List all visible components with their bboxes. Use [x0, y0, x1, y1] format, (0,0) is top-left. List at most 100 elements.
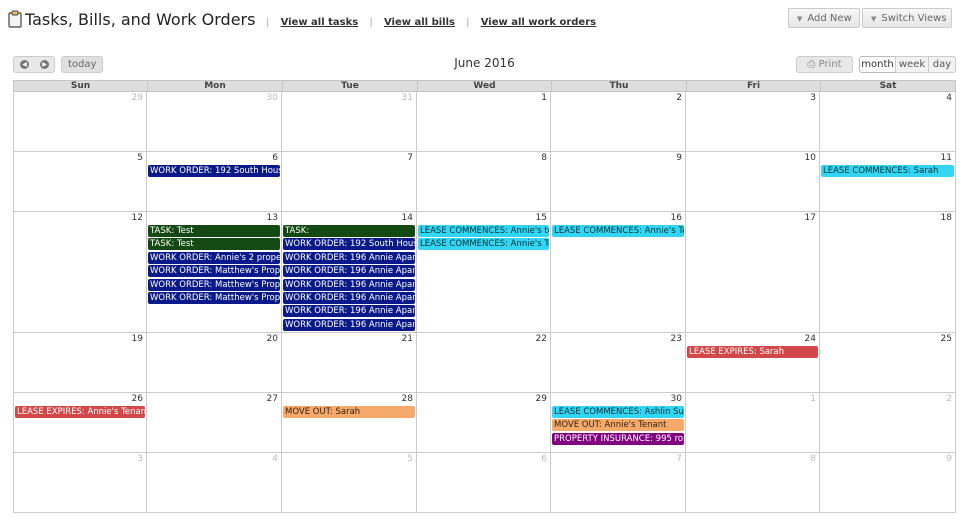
- day-number: 2: [946, 394, 952, 404]
- lease-commences-event[interactable]: LEASE COMMENCES: Sarah: [821, 165, 954, 177]
- prev-month-button[interactable]: ◀: [20, 60, 29, 69]
- day-cell[interactable]: 4: [820, 92, 956, 152]
- day-number: 22: [535, 334, 547, 344]
- weekday-sun: Sun: [13, 80, 148, 92]
- lease-commences-event[interactable]: LEASE COMMENCES: Annie's Tenant: [418, 238, 549, 251]
- work-order-event[interactable]: WORK ORDER: 196 Annie Apartment: [283, 292, 415, 304]
- header-links: | View all tasks | View all bills | View…: [258, 17, 596, 28]
- day-cell[interactable]: 2: [551, 92, 686, 152]
- property-insurance-event[interactable]: PROPERTY INSURANCE: 995 rons in: [552, 432, 684, 445]
- day-cell[interactable]: 14TASK:WORK ORDER: 192 South House InWOR…: [282, 212, 417, 333]
- work-order-event[interactable]: WORK ORDER: Matthew's Property: [148, 292, 280, 304]
- print-button[interactable]: ⎙ Print: [796, 56, 853, 73]
- work-order-event[interactable]: WORK ORDER: 196 Annie Apartment: [283, 251, 415, 264]
- lease-commences-event[interactable]: LEASE COMMENCES: Annie's tenant: [418, 225, 549, 237]
- next-month-button[interactable]: ▶: [40, 60, 49, 69]
- day-cell[interactable]: 2: [820, 393, 956, 453]
- day-cell[interactable]: 26 LEASE EXPIRES: Annie's Tenant: [13, 393, 147, 453]
- day-cell[interactable]: 10: [686, 152, 820, 212]
- day-cell[interactable]: 29: [417, 393, 551, 453]
- day-cell[interactable]: 9: [820, 453, 956, 513]
- today-button[interactable]: today: [61, 56, 104, 73]
- day-cell[interactable]: 21: [282, 333, 417, 393]
- day-cell[interactable]: 3: [686, 92, 820, 152]
- day-number: 17: [804, 213, 816, 223]
- day-cell[interactable]: 19: [13, 333, 147, 393]
- day-cell[interactable]: 31: [282, 92, 417, 152]
- day-cell[interactable]: 7: [282, 152, 417, 212]
- day-cell[interactable]: 15 LEASE COMMENCES: Annie's tenantLEASE C…: [417, 212, 551, 333]
- lease-expires-event[interactable]: LEASE EXPIRES: Sarah: [687, 346, 818, 358]
- day-cell[interactable]: 1: [686, 393, 820, 453]
- link-separator: |: [466, 17, 470, 28]
- link-separator: |: [266, 17, 270, 28]
- work-order-event[interactable]: WORK ORDER: 196 Annie Apartment: [283, 305, 415, 318]
- day-number: 14: [401, 213, 413, 223]
- day-cell[interactable]: 9: [551, 152, 686, 212]
- lease-commences-event[interactable]: LEASE COMMENCES: Ashlin Sullivan: [552, 406, 684, 418]
- day-cell[interactable]: 29: [13, 92, 147, 152]
- work-order-event[interactable]: WORK ORDER: Matthew's Property: [148, 265, 280, 278]
- view-all-tasks-link[interactable]: View all tasks: [281, 17, 359, 28]
- day-number: 27: [266, 394, 278, 404]
- day-cell[interactable]: 12: [13, 212, 147, 333]
- day-cell[interactable]: 17: [686, 212, 820, 333]
- day-cell[interactable]: 25: [820, 333, 956, 393]
- week-view-button[interactable]: week: [895, 56, 929, 73]
- day-cell[interactable]: 27: [147, 393, 282, 453]
- day-number: 20: [266, 334, 278, 344]
- day-number: 24: [804, 334, 816, 344]
- day-cell[interactable]: 23: [551, 333, 686, 393]
- work-order-event[interactable]: WORK ORDER: 196 Annie Apartment: [283, 265, 415, 278]
- move-out-event[interactable]: MOVE OUT: Sarah: [283, 406, 415, 418]
- day-cell[interactable]: 28 MOVE OUT: Sarah: [282, 393, 417, 453]
- day-number: 8: [810, 454, 816, 464]
- day-cell[interactable]: 4: [147, 453, 282, 513]
- day-cell[interactable]: 8: [417, 152, 551, 212]
- day-cell[interactable]: 5: [13, 152, 147, 212]
- work-order-event[interactable]: WORK ORDER: 196 Annie Apartment: [283, 278, 415, 291]
- day-cell[interactable]: 24 LEASE EXPIRES: Sarah: [686, 333, 820, 393]
- view-all-work-orders-link[interactable]: View all work orders: [481, 17, 596, 28]
- add-new-button[interactable]: ▼ Add New: [788, 8, 860, 28]
- day-cell[interactable]: 7: [551, 453, 686, 513]
- task-event[interactable]: TASK:: [283, 225, 415, 237]
- lease-expires-event[interactable]: LEASE EXPIRES: Annie's Tenant: [15, 406, 145, 418]
- work-order-event[interactable]: WORK ORDER: 196 Annie Apartment: [283, 318, 415, 331]
- day-cell[interactable]: 18: [820, 212, 956, 333]
- lease-commences-event[interactable]: LEASE COMMENCES: Annie's Tenant: [552, 225, 684, 237]
- day-cell[interactable]: 30 LEASE COMMENCES: Ashlin SullivanMOVE O…: [551, 393, 686, 453]
- month-view-button[interactable]: month: [859, 56, 896, 73]
- work-order-event[interactable]: WORK ORDER: Matthew's Property: [148, 278, 280, 291]
- day-cell[interactable]: 16 LEASE COMMENCES: Annie's Tenant: [551, 212, 686, 333]
- work-order-event[interactable]: WORK ORDER: Annie's 2 property: [148, 251, 280, 264]
- switch-views-button[interactable]: ▼ Switch Views: [862, 8, 952, 28]
- caret-down-icon: ▼: [797, 15, 803, 23]
- day-cell[interactable]: 30: [147, 92, 282, 152]
- day-cell[interactable]: 8: [686, 453, 820, 513]
- move-out-event[interactable]: MOVE OUT: Annie's Tenant: [552, 419, 684, 432]
- page-title: Tasks, Bills, and Work Orders: [25, 10, 256, 29]
- view-all-bills-link[interactable]: View all bills: [384, 17, 455, 28]
- printer-icon: ⎙: [807, 59, 816, 70]
- task-event[interactable]: TASK: Test: [148, 225, 280, 237]
- day-number: 5: [407, 454, 413, 464]
- work-order-event[interactable]: WORK ORDER: 192 South House In: [283, 238, 415, 251]
- day-number: 9: [676, 153, 682, 163]
- day-cell[interactable]: 20: [147, 333, 282, 393]
- day-cell[interactable]: 5: [282, 453, 417, 513]
- day-cell[interactable]: 6 WORK ORDER: 192 South House In: [147, 152, 282, 212]
- day-cell[interactable]: 3: [13, 453, 147, 513]
- day-cell[interactable]: 13 TASK: Test TASK: Test WORK ORDER: Annie'…: [147, 212, 282, 333]
- task-event[interactable]: TASK: Test: [148, 238, 280, 251]
- print-label: Print: [818, 59, 842, 70]
- day-number: 4: [272, 454, 278, 464]
- day-view-button[interactable]: day: [928, 56, 956, 73]
- work-order-event[interactable]: WORK ORDER: 192 South House In: [148, 165, 280, 177]
- day-number: 6: [272, 153, 278, 163]
- day-cell[interactable]: 11 LEASE COMMENCES: Sarah: [820, 152, 956, 212]
- day-number: 2: [676, 93, 682, 103]
- day-cell[interactable]: 1: [417, 92, 551, 152]
- day-cell[interactable]: 6: [417, 453, 551, 513]
- day-cell[interactable]: 22: [417, 333, 551, 393]
